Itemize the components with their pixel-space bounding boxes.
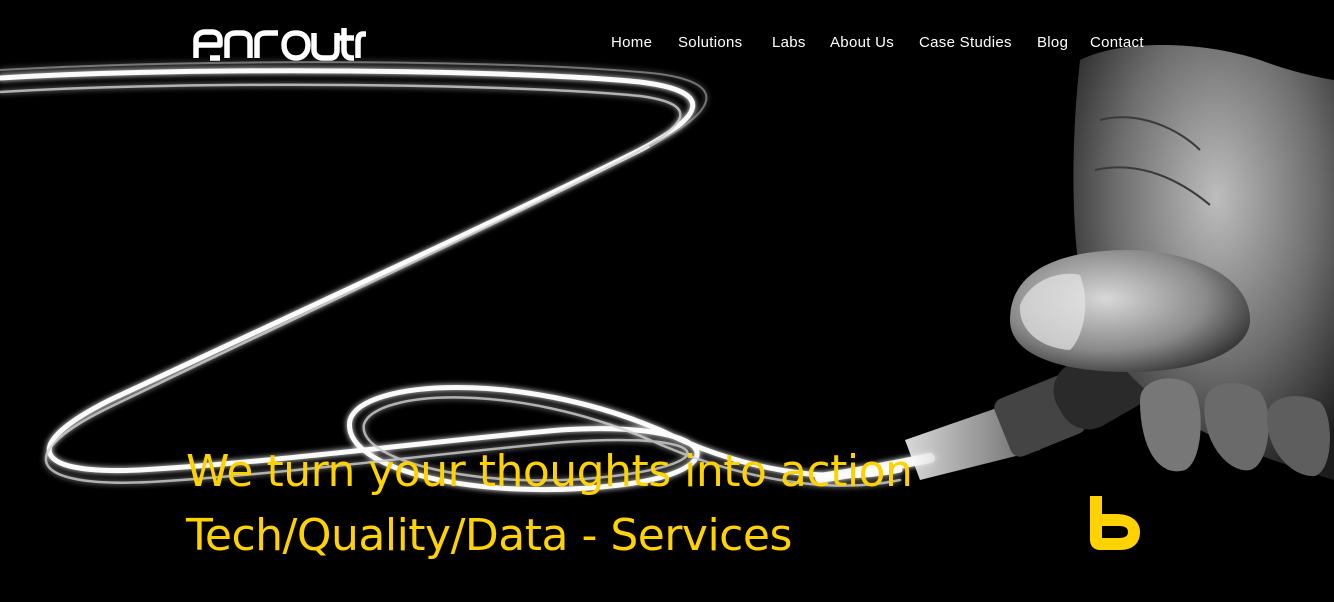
hero-headline-line1: We turn your thoughts into action [186,446,913,497]
nav-labs[interactable]: Labs [772,34,806,52]
nav-home[interactable]: Home [611,34,652,52]
main-nav: Home Solutions Labs About Us Case Studie… [0,34,1334,54]
hero-headline: We turn your thoughts into action Tech/Q… [186,440,913,568]
enroute-monogram-icon [1090,496,1140,550]
nav-contact[interactable]: Contact [1090,34,1144,52]
nav-solutions[interactable]: Solutions [678,34,742,52]
hero-section: Home Solutions Labs About Us Case Studie… [0,0,1334,602]
light-trail [0,61,935,493]
hero-headline-line2: Tech/Quality/Data - Services [186,510,792,561]
site-header: Home Solutions Labs About Us Case Studie… [0,0,1334,90]
nav-about-us[interactable]: About Us [830,34,894,52]
nav-blog[interactable]: Blog [1037,34,1068,52]
nav-case-studies[interactable]: Case Studies [919,34,1012,52]
